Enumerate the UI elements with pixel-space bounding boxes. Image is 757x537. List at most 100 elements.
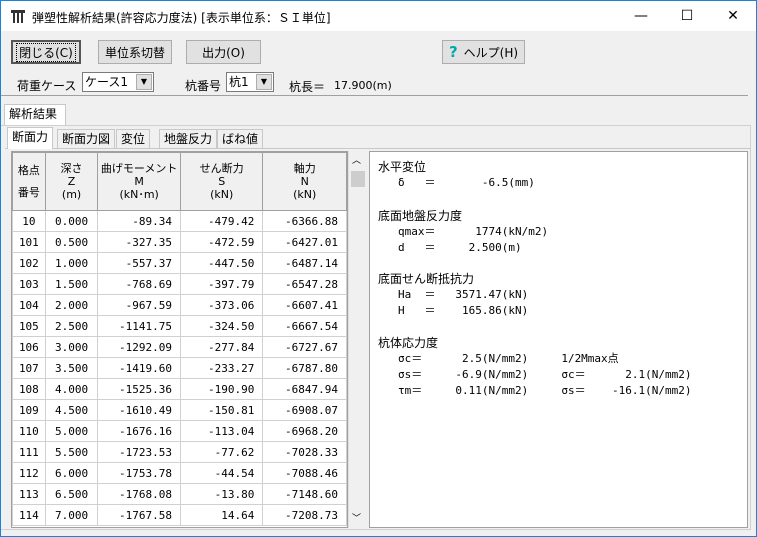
cell-axial: -7208.73 [262, 504, 347, 526]
cell-depth: 0.000 [44, 210, 99, 232]
section-force-table: 格点 番号 深さ Z (m) 曲げモーメント M (kN･m) せん断力 S (kN) 軸力 N (kN)… [11, 151, 348, 528]
cell-moment: -89.34 [97, 210, 181, 232]
tab-spring-values[interactable]: ばね値 [217, 129, 264, 149]
cell-node-no: 109 [12, 399, 46, 421]
cell-axial: -6908.07 [262, 399, 347, 421]
cell-moment: -1723.53 [97, 441, 181, 463]
minimize-button[interactable]: — [618, 1, 664, 31]
header-text: せん断力 [199, 162, 244, 175]
cell-shear: -113.04 [179, 420, 264, 442]
load-case-select[interactable]: ケース1 ▼ [82, 72, 154, 92]
cell-axial: -6968.20 [262, 420, 347, 442]
header-text: S [218, 175, 226, 188]
table-row[interactable]: 110 5.000 -1676.16 -113.04 -6968.20 [12, 420, 347, 442]
cell-moment: -1676.16 [97, 420, 181, 442]
cell-depth: 2.000 [44, 294, 99, 316]
tab-analysis-results[interactable]: 解析結果 [4, 104, 66, 125]
cell-moment: -1753.78 [97, 462, 181, 484]
tab-ground-reaction[interactable]: 地盤反力 [159, 129, 218, 149]
cell-depth: 0.500 [44, 231, 99, 253]
close-window-button[interactable]: ✕ [710, 1, 756, 31]
scroll-down-icon[interactable]: ﹀ [352, 511, 361, 524]
table-row[interactable]: 107 3.500 -1419.60 -233.27 -6787.80 [12, 357, 347, 379]
scroll-up-icon[interactable]: ︿ [352, 153, 361, 166]
table-row[interactable]: 103 1.500 -768.69 -397.79 -6547.28 [12, 273, 347, 295]
close-button[interactable]: 閉じる(C) [11, 40, 81, 64]
table-row[interactable]: 106 3.000 -1292.09 -277.84 -6727.67 [12, 336, 347, 358]
table-row[interactable]: 108 4.000 -1525.36 -190.90 -6847.94 [12, 378, 347, 400]
cell-shear: -233.27 [179, 357, 264, 379]
cell-moment: -557.37 [97, 252, 181, 274]
cell-axial: -7028.33 [262, 441, 347, 463]
cell-shear: -447.50 [179, 252, 264, 274]
h-disp-title: 水平変位 [378, 160, 427, 174]
header-text: 格点 [17, 163, 40, 177]
cell-node-no: 113 [12, 483, 46, 505]
table-row[interactable]: 104 2.000 -967.59 -373.06 -6607.41 [12, 294, 347, 316]
cell-moment: -768.69 [97, 273, 181, 295]
delta-value: δ ＝ -6.5(mm) [398, 176, 535, 189]
cell-node-no: 103 [12, 273, 46, 295]
header-moment: 曲げモーメント M (kN･m) [97, 152, 181, 211]
ha-value: Ha ＝ 3571.47(kN) [398, 288, 529, 301]
table-row[interactable]: 113 6.500 -1768.08 -13.80 -7148.60 [12, 483, 347, 505]
cell-axial: -6366.88 [262, 210, 347, 232]
header-text: (m) [61, 188, 82, 201]
cell-depth: 5.500 [44, 441, 99, 463]
base-reaction-title: 底面地盤反力度 [378, 209, 463, 223]
table-row[interactable]: 101 0.500 -327.35 -472.59 -6427.01 [12, 231, 347, 253]
cell-shear: -77.62 [179, 441, 264, 463]
header-depth: 深さ Z (m) [44, 152, 99, 211]
table-row[interactable]: 109 4.500 -1610.49 -150.81 -6908.07 [12, 399, 347, 421]
cell-shear: -190.90 [179, 378, 264, 400]
tab-section-force-diagram[interactable]: 断面力図 [57, 129, 116, 149]
cell-depth: 6.500 [44, 483, 99, 505]
scrollbar-thumb[interactable] [351, 171, 365, 187]
app-icon [11, 10, 25, 23]
table-row[interactable]: 114 7.000 -1767.58 14.64 -7208.73 [12, 504, 347, 526]
help-button[interactable]: ? ヘルプ(H) [442, 40, 525, 64]
table-row[interactable]: 105 2.500 -1141.75 -324.50 -6667.54 [12, 315, 347, 337]
output-button[interactable]: 出力(O) [186, 40, 261, 64]
table-row[interactable]: 112 6.000 -1753.78 -44.54 -7088.46 [12, 462, 347, 484]
cell-shear: -324.50 [179, 315, 264, 337]
cell-moment: -1292.09 [97, 336, 181, 358]
cell-node-no: 102 [12, 252, 46, 274]
cell-depth: 1.000 [44, 252, 99, 274]
cell-axial: -6487.14 [262, 252, 347, 274]
close-button-label: 閉じる(C) [16, 42, 76, 62]
cell-depth: 6.000 [44, 462, 99, 484]
cell-node-no: 107 [12, 357, 46, 379]
cell-node-no: 110 [12, 420, 46, 442]
cell-axial: -6727.67 [262, 336, 347, 358]
table-scrollbar[interactable]: ︿ ﹀ [348, 151, 365, 528]
table-row[interactable]: 111 5.500 -1723.53 -77.62 -7028.33 [12, 441, 347, 463]
cell-moment: -1141.75 [97, 315, 181, 337]
cell-shear: 14.64 [179, 504, 264, 526]
chevron-down-icon: ▼ [136, 74, 152, 90]
header-text: (kN) [293, 188, 317, 201]
cell-node-no: 104 [12, 294, 46, 316]
unit-switch-button[interactable]: 単位系切替 [98, 40, 172, 64]
cell-shear: -479.42 [179, 210, 264, 232]
cell-node-no: 108 [12, 378, 46, 400]
cell-node-no: 114 [12, 504, 46, 526]
table-row[interactable]: 102 1.000 -557.37 -447.50 -6487.14 [12, 252, 347, 274]
pile-no-select[interactable]: 杭1 ▼ [226, 72, 274, 92]
cell-shear: -397.79 [179, 273, 264, 295]
cell-moment: -967.59 [97, 294, 181, 316]
header-text: 深さ [60, 162, 83, 175]
cell-moment: -1610.49 [97, 399, 181, 421]
maximize-button[interactable]: ☐ [664, 1, 710, 31]
cell-moment: -1767.58 [97, 504, 181, 526]
header-node-no: 格点 番号 [12, 152, 46, 211]
divider [1, 95, 748, 96]
table-row[interactable]: 10 0.000 -89.34 -479.42 -6366.88 [12, 210, 347, 232]
cell-depth: 5.000 [44, 420, 99, 442]
stress-line-3: τm＝ 0.11(N/mm2) σs＝ -16.1(N/mm2) [398, 384, 692, 397]
cell-depth: 1.500 [44, 273, 99, 295]
tab-section-force[interactable]: 断面力 [7, 127, 54, 149]
header-shear: せん断力 S (kN) [179, 152, 264, 211]
tab-displacement[interactable]: 変位 [116, 129, 151, 149]
base-shear-title: 底面せん断抵抗力 [378, 272, 475, 286]
